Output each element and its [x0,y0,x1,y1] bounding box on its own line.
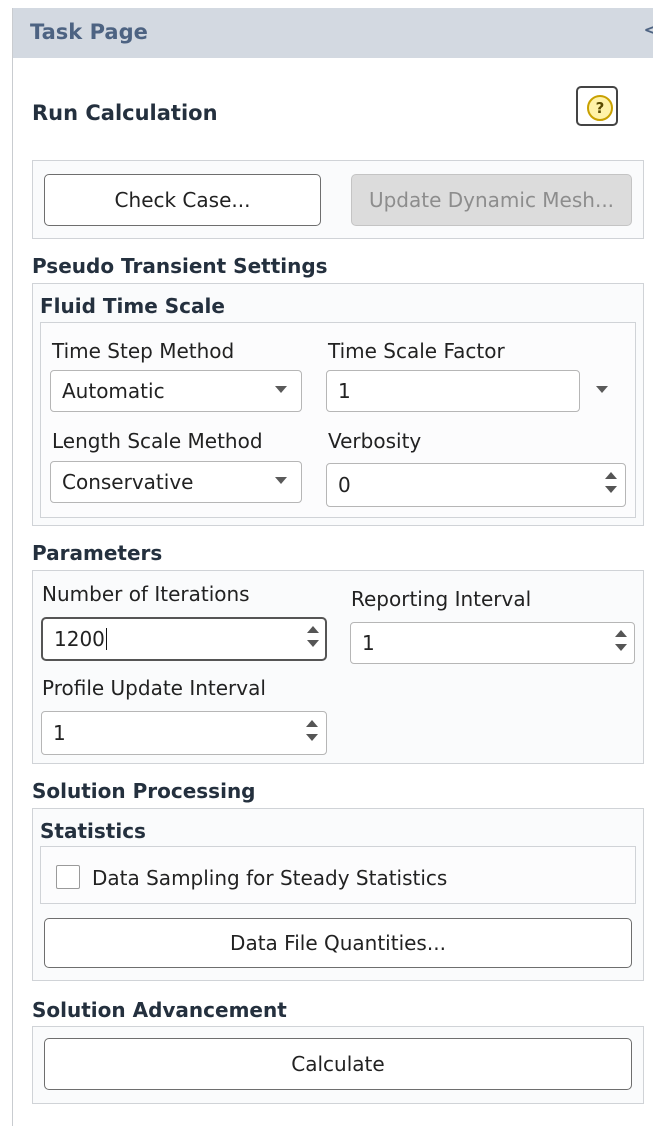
reporting-interval-value: 1 [362,631,375,655]
help-button[interactable]: ? [576,86,618,126]
text-cursor [105,628,107,650]
time-step-method-select[interactable]: Automatic [50,370,302,412]
profile-update-spinner-icon[interactable] [304,718,320,746]
time-step-method-label: Time Step Method [52,339,235,363]
number-of-iterations-input[interactable]: 1200 [41,617,327,661]
task-page-title: Task Page [30,20,148,44]
length-scale-method-label: Length Scale Method [52,429,263,453]
fluid-time-scale-title: Fluid Time Scale [40,294,225,318]
update-dynamic-mesh-button[interactable]: Update Dynamic Mesh... [351,174,632,226]
time-scale-factor-value: 1 [338,379,351,403]
chevron-down-icon [275,477,287,484]
profile-update-interval-label: Profile Update Interval [42,676,266,700]
verbosity-spinner-icon[interactable] [603,470,619,498]
time-scale-factor-dropdown-icon[interactable] [596,386,608,393]
reporting-interval-input[interactable]: 1 [350,622,635,664]
page-title: Run Calculation [32,101,218,125]
verbosity-label: Verbosity [328,429,422,453]
length-scale-method-value: Conservative [62,470,194,494]
profile-update-interval-value: 1 [53,721,66,745]
profile-update-interval-input[interactable]: 1 [41,711,327,755]
time-scale-factor-label: Time Scale Factor [328,339,505,363]
time-step-method-value: Automatic [62,379,165,403]
panel-left-border [12,8,13,1126]
collapse-icon[interactable]: < [643,18,653,43]
reporting-interval-label: Reporting Interval [351,587,532,611]
calculate-button[interactable]: Calculate [44,1038,632,1090]
statistics-title: Statistics [40,819,146,843]
length-scale-method-select[interactable]: Conservative [50,461,302,503]
help-icon: ? [587,95,613,121]
verbosity-value: 0 [338,473,351,497]
pseudo-transient-settings-title: Pseudo Transient Settings [32,254,328,278]
parameters-title: Parameters [32,541,163,565]
data-sampling-label: Data Sampling for Steady Statistics [92,866,448,890]
iterations-spinner-icon[interactable] [305,624,321,652]
data-file-quantities-button[interactable]: Data File Quantities... [44,918,632,968]
number-of-iterations-label: Number of Iterations [42,582,250,606]
data-sampling-checkbox[interactable] [56,865,80,889]
reporting-interval-spinner-icon[interactable] [613,628,629,656]
solution-processing-title: Solution Processing [32,779,256,803]
check-case-button[interactable]: Check Case... [44,174,321,226]
chevron-down-icon [275,386,287,393]
verbosity-input[interactable]: 0 [326,463,626,507]
solution-advancement-title: Solution Advancement [32,998,287,1022]
time-scale-factor-input[interactable]: 1 [326,370,580,412]
number-of-iterations-value: 1200 [54,627,105,651]
